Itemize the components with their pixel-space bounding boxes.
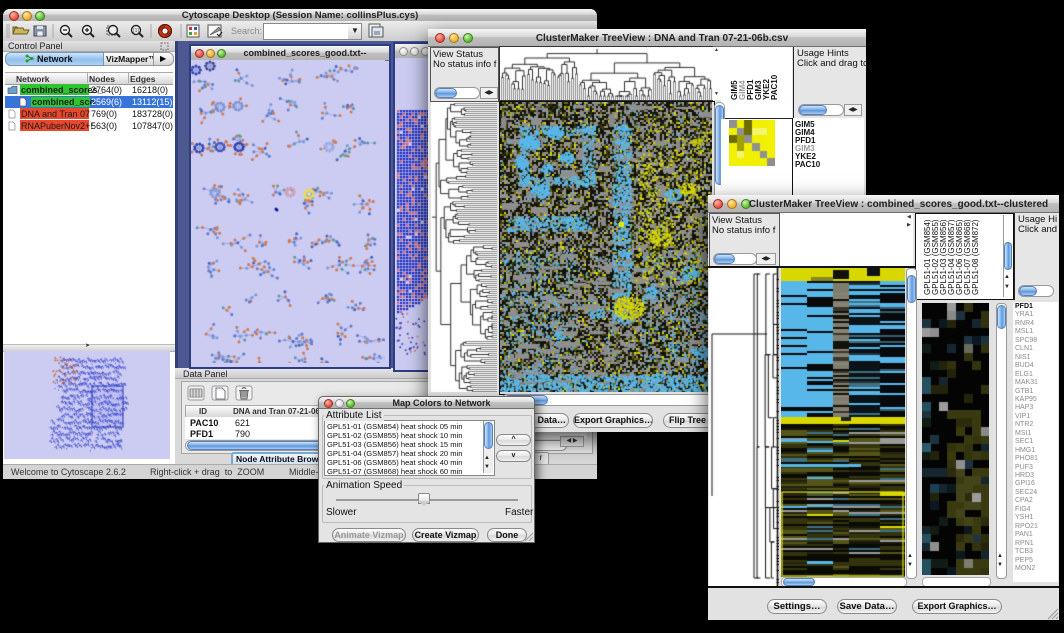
- svg-text:[1]: [1]: [133, 28, 139, 34]
